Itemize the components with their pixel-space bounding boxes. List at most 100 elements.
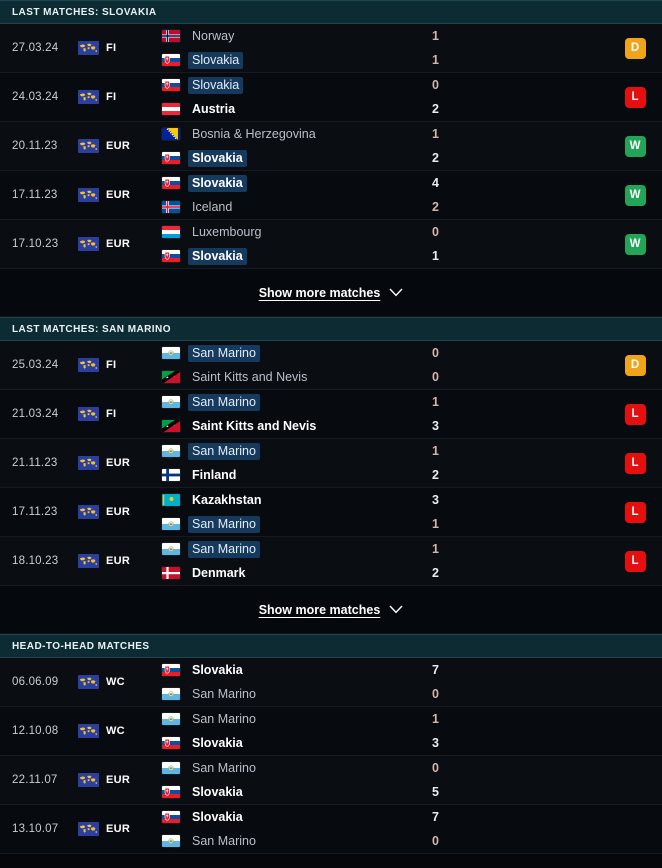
team-line-home[interactable]: Kazakhstan (162, 492, 428, 509)
team-line-home[interactable]: San Marino (162, 442, 428, 460)
team-line-home[interactable]: San Marino (162, 540, 428, 558)
team-line-home[interactable]: Slovakia (162, 76, 428, 94)
team-name-away[interactable]: Slovakia (188, 735, 247, 752)
team-name-home[interactable]: Slovakia (188, 76, 244, 94)
team-line-home[interactable]: San Marino (162, 393, 428, 411)
competition-label[interactable]: EUR (106, 774, 130, 786)
team-name-away[interactable]: San Marino (188, 515, 260, 533)
team-name-away[interactable]: Finland (188, 467, 240, 484)
team-line-away[interactable]: San Marino (162, 686, 428, 703)
team-line-away[interactable]: Slovakia (162, 247, 428, 265)
team-name-home[interactable]: San Marino (188, 760, 260, 777)
competition-cell[interactable]: FI (78, 341, 156, 389)
team-name-away[interactable]: Saint Kitts and Nevis (188, 369, 311, 386)
competition-label[interactable]: FI (106, 359, 116, 371)
team-line-away[interactable]: Slovakia (162, 784, 428, 801)
team-line-away[interactable]: Slovakia (162, 149, 428, 167)
team-line-home[interactable]: Luxembourg (162, 224, 428, 241)
competition-cell[interactable]: EUR (78, 171, 156, 219)
team-line-home[interactable]: Norway (162, 28, 428, 45)
team-name-home[interactable]: San Marino (188, 711, 260, 728)
team-name-home[interactable]: Norway (188, 28, 238, 45)
team-line-away[interactable]: San Marino (162, 833, 428, 850)
team-name-home[interactable]: San Marino (188, 540, 260, 558)
team-name-home[interactable]: Slovakia (188, 174, 247, 192)
match-row[interactable]: 21.03.24 FI San Marino Saint Kitts and Nevi… (0, 390, 662, 439)
team-line-home[interactable]: Slovakia (162, 174, 428, 192)
team-name-home[interactable]: Kazakhstan (188, 492, 265, 509)
team-name-away[interactable]: San Marino (188, 686, 260, 703)
team-line-away[interactable]: Denmark (162, 565, 428, 582)
team-name-home[interactable]: Slovakia (188, 809, 247, 826)
competition-label[interactable]: WC (106, 676, 125, 688)
team-line-home[interactable]: San Marino (162, 760, 428, 777)
team-name-away[interactable]: Iceland (188, 199, 236, 216)
match-row[interactable]: 18.10.23 EUR San Marino Denmark 1 2 L (0, 537, 662, 586)
team-name-home[interactable]: Bosnia & Herzegovina (188, 126, 320, 143)
team-line-home[interactable]: San Marino (162, 711, 428, 728)
match-row[interactable]: 21.11.23 EUR San Marino Finland 1 2 L (0, 439, 662, 488)
competition-cell[interactable]: WC (78, 658, 156, 706)
competition-cell[interactable]: EUR (78, 537, 156, 585)
team-name-away[interactable]: Slovakia (188, 784, 247, 801)
competition-cell[interactable]: FI (78, 73, 156, 121)
match-row[interactable]: 17.10.23 EUR Luxembourg Slovakia 0 1 W (0, 220, 662, 269)
match-row[interactable]: 22.11.07 EUR San Marino Slovakia 0 5 (0, 756, 662, 805)
match-row[interactable]: 17.11.23 EUR Slovakia Iceland 4 2 W (0, 171, 662, 220)
competition-label[interactable]: FI (106, 408, 116, 420)
team-line-home[interactable]: Bosnia & Herzegovina (162, 126, 428, 143)
team-line-away[interactable]: Saint Kitts and Nevis (162, 369, 428, 386)
team-name-away[interactable]: San Marino (188, 833, 260, 850)
competition-label[interactable]: FI (106, 42, 116, 54)
team-name-away[interactable]: Saint Kitts and Nevis (188, 418, 320, 435)
competition-cell[interactable]: EUR (78, 122, 156, 170)
team-line-away[interactable]: Slovakia (162, 735, 428, 752)
team-line-home[interactable]: San Marino (162, 344, 428, 362)
competition-cell[interactable]: EUR (78, 756, 156, 804)
show-more-matches-button[interactable]: Show more matches (0, 586, 662, 634)
team-line-away[interactable]: Saint Kitts and Nevis (162, 418, 428, 435)
team-line-away[interactable]: Austria (162, 101, 428, 118)
chevron-down-icon[interactable] (389, 288, 403, 297)
competition-cell[interactable]: EUR (78, 805, 156, 853)
team-name-away[interactable]: Denmark (188, 565, 250, 582)
team-name-away[interactable]: Slovakia (188, 247, 247, 265)
team-name-home[interactable]: Luxembourg (188, 224, 266, 241)
competition-label[interactable]: EUR (106, 238, 130, 250)
competition-label[interactable]: EUR (106, 457, 130, 469)
show-more-matches-button[interactable]: Show more matches (0, 269, 662, 317)
competition-cell[interactable]: FI (78, 390, 156, 438)
team-name-away[interactable]: Slovakia (188, 149, 247, 167)
team-name-home[interactable]: San Marino (188, 393, 260, 411)
competition-label[interactable]: EUR (106, 189, 130, 201)
team-name-away[interactable]: Slovakia (188, 51, 244, 69)
team-name-home[interactable]: San Marino (188, 344, 260, 362)
match-row[interactable]: 20.11.23 EUR Bosnia & Herzegovina Slovakia 1… (0, 122, 662, 171)
match-row[interactable]: 12.10.08 WC San Marino Slovakia 1 3 (0, 707, 662, 756)
competition-cell[interactable]: WC (78, 707, 156, 755)
team-line-away[interactable]: Finland (162, 467, 428, 484)
chevron-down-icon[interactable] (389, 605, 403, 614)
competition-label[interactable]: EUR (106, 823, 130, 835)
match-row[interactable]: 24.03.24 FI Slovakia Austria 0 2 L (0, 73, 662, 122)
team-line-home[interactable]: Slovakia (162, 809, 428, 826)
competition-label[interactable]: EUR (106, 506, 130, 518)
competition-cell[interactable]: EUR (78, 220, 156, 268)
match-row[interactable]: 06.06.09 WC Slovakia San Marino 7 0 (0, 658, 662, 707)
match-row[interactable]: 25.03.24 FI San Marino Saint Kitts and Nevi… (0, 341, 662, 390)
competition-label[interactable]: EUR (106, 555, 130, 567)
show-more-label[interactable]: Show more matches (259, 603, 381, 617)
match-row[interactable]: 27.03.24 FI Norway Slovakia 1 1 D (0, 24, 662, 73)
competition-label[interactable]: EUR (106, 140, 130, 152)
match-row[interactable]: 13.10.07 EUR Slovakia San Marino 7 0 (0, 805, 662, 854)
team-name-away[interactable]: Austria (188, 101, 239, 118)
team-line-away[interactable]: Iceland (162, 199, 428, 216)
competition-label[interactable]: WC (106, 725, 125, 737)
match-row[interactable]: 17.11.23 EUR Kazakhstan San Marino 3 1 L (0, 488, 662, 537)
competition-cell[interactable]: FI (78, 24, 156, 72)
competition-cell[interactable]: EUR (78, 488, 156, 536)
team-line-away[interactable]: Slovakia (162, 51, 428, 69)
competition-label[interactable]: FI (106, 91, 116, 103)
team-name-home[interactable]: San Marino (188, 442, 260, 460)
team-name-home[interactable]: Slovakia (188, 662, 247, 679)
